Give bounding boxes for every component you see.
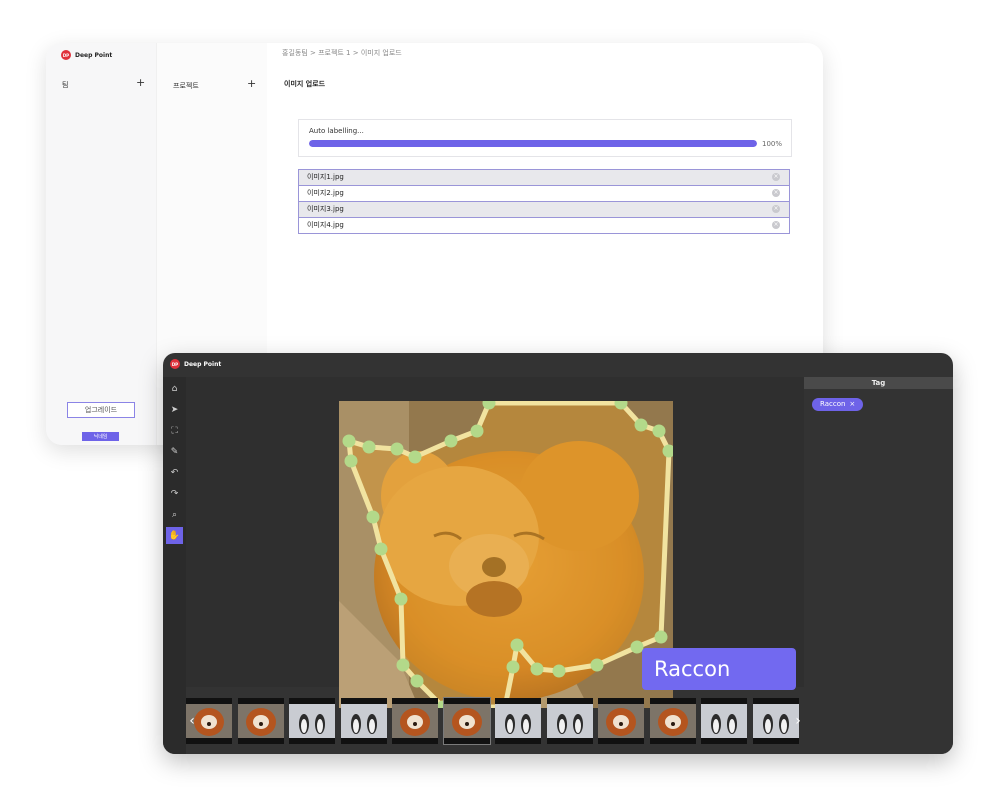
tag-chip[interactable]: Raccon × (812, 398, 864, 411)
polygon-vertex[interactable] (652, 424, 666, 438)
thumbnail-red-panda[interactable] (598, 698, 644, 744)
close-icon[interactable]: × (849, 400, 855, 408)
add-team-plus-icon[interactable]: + (136, 77, 145, 88)
polygon-vertex[interactable] (344, 454, 358, 468)
undo-icon[interactable]: ↶ (166, 464, 183, 481)
polygon-vertex[interactable] (408, 450, 422, 464)
progress-bar (309, 140, 757, 147)
polygon-vertex[interactable] (394, 592, 408, 606)
breadcrumb: 홍길동팀 > 프로젝트 1 > 이미지 업로드 (282, 49, 402, 57)
file-name: 이미지1.jpg (307, 173, 344, 181)
uploaded-file-list: 이미지1.jpg × 이미지2.jpg × 이미지3.jpg × 이미지4.jpg × (298, 169, 790, 234)
polygon-vertex[interactable] (410, 674, 424, 688)
thumbnail-penguins[interactable] (495, 698, 541, 744)
image-filmstrip: ‹ › (186, 697, 804, 745)
polygon-vertex[interactable] (362, 440, 376, 454)
polygon-vertex[interactable] (444, 434, 458, 448)
tool-brand-logo[interactable]: DP Deep Point (170, 359, 221, 369)
logo-mark: DP (170, 359, 180, 369)
annotation-label-box[interactable]: Raccon (642, 648, 796, 690)
polygon-vertex[interactable] (390, 442, 404, 456)
select-pointer-icon[interactable]: ➤ (166, 401, 183, 418)
file-row[interactable]: 이미지3.jpg × (298, 201, 790, 218)
polygon-vertex[interactable] (506, 660, 520, 674)
red-panda-photo[interactable] (339, 401, 673, 708)
file-row[interactable]: 이미지1.jpg × (298, 169, 790, 186)
polygon-vertex[interactable] (366, 510, 380, 524)
logo-mark: DP (61, 50, 71, 60)
thumbnail-penguins[interactable] (701, 698, 747, 744)
tag-chip-label: Raccon (820, 400, 846, 408)
tag-panel: Tag Raccon × (804, 377, 953, 754)
brand-logo[interactable]: DP Deep Point (61, 50, 112, 60)
progress-label: Auto labelling... (309, 127, 364, 135)
brand-name: Deep Point (75, 51, 113, 59)
polygon-vertex[interactable] (470, 424, 484, 438)
polygon-vertex[interactable] (654, 630, 668, 644)
zoom-icon[interactable]: ⌕ (166, 506, 183, 523)
pen-icon[interactable]: ✎ (166, 443, 183, 460)
annotation-tool-window: DP Deep Point ⌂ ➤ ⛶ ✎ ↶ ↷ ⌕ ✋ Raccon Tag… (163, 353, 953, 754)
remove-file-icon[interactable]: × (772, 205, 780, 213)
project-heading: 프로젝트 (173, 82, 199, 90)
nickname-button[interactable]: 닉네임 (82, 432, 119, 441)
thumbnail-penguins[interactable] (289, 698, 335, 744)
polygon-vertex[interactable] (374, 542, 388, 556)
chevron-right-icon[interactable]: › (792, 713, 804, 729)
polygon-vertex[interactable] (396, 658, 410, 672)
file-name: 이미지2.jpg (307, 189, 344, 197)
thumbnail-red-panda[interactable] (392, 698, 438, 744)
thumbnail-penguins[interactable] (340, 698, 387, 744)
team-heading: 팀 (62, 81, 69, 89)
segmentation-polygon[interactable] (339, 401, 673, 708)
remove-file-icon[interactable]: × (772, 173, 780, 181)
file-name: 이미지3.jpg (307, 205, 344, 213)
chevron-left-icon[interactable]: ‹ (186, 713, 198, 729)
team-sidebar: DP Deep Point 팀 + 업그레이드 닉네임 (46, 43, 156, 445)
brand-name: Deep Point (184, 360, 222, 368)
polygon-vertex[interactable] (510, 638, 524, 652)
polygon-vertex[interactable] (552, 664, 566, 678)
progress-bar-fill (309, 140, 757, 147)
fit-screen-icon[interactable]: ⛶ (166, 422, 183, 439)
polygon-vertex[interactable] (530, 662, 544, 676)
file-row[interactable]: 이미지2.jpg × (298, 185, 790, 202)
thumbnail-red-panda[interactable] (442, 697, 491, 745)
thumbnail-penguins[interactable] (546, 698, 593, 744)
upgrade-button[interactable]: 업그레이드 (67, 402, 135, 418)
annotation-canvas[interactable]: Raccon (186, 377, 804, 708)
hand-icon[interactable]: ✋ (166, 527, 183, 544)
file-row[interactable]: 이미지4.jpg × (298, 217, 790, 234)
tool-sidebar: ⌂ ➤ ⛶ ✎ ↶ ↷ ⌕ ✋ (163, 377, 186, 754)
redo-icon[interactable]: ↷ (166, 485, 183, 502)
polygon-vertex[interactable] (634, 418, 648, 432)
home-icon[interactable]: ⌂ (166, 380, 183, 397)
progress-percent: 100% (761, 140, 782, 148)
polygon-vertex[interactable] (342, 434, 356, 448)
page-title: 이미지 업로드 (284, 80, 326, 88)
auto-label-progress-card: Auto labelling... 100% (298, 119, 792, 157)
remove-file-icon[interactable]: × (772, 221, 780, 229)
tag-panel-title: Tag (804, 377, 953, 389)
thumbnail-red-panda[interactable] (649, 698, 696, 744)
add-project-plus-icon[interactable]: + (247, 78, 256, 89)
polygon-vertex[interactable] (590, 658, 604, 672)
remove-file-icon[interactable]: × (772, 189, 780, 197)
file-name: 이미지4.jpg (307, 221, 344, 229)
tool-topbar: DP Deep Point (163, 353, 953, 377)
thumbnail-red-panda[interactable] (237, 698, 284, 744)
